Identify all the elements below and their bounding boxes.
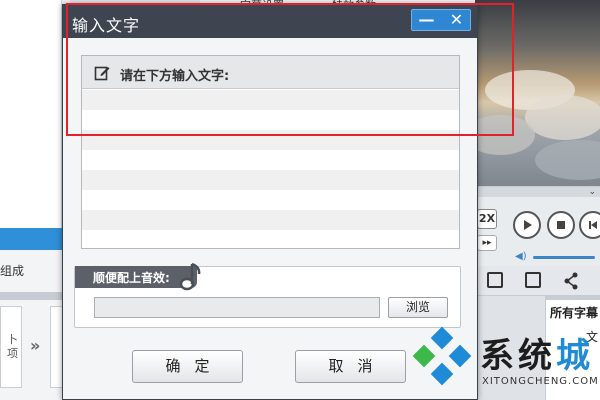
playback-controls: ⌄ 2X ▸▸ ◀): [475, 186, 600, 266]
subtitle-list-header: 所有字幕: [550, 306, 599, 320]
text-input-line[interactable]: [82, 130, 459, 150]
share-icon[interactable]: [563, 272, 579, 290]
dialog-titlebar[interactable]: 输入文字 — ✕: [63, 5, 477, 38]
background-clip-card-text: 卜 项: [7, 333, 18, 360]
ok-button[interactable]: 确定: [132, 350, 243, 383]
stop-button[interactable]: [547, 211, 575, 239]
sound-effect-label: 顺便配上音效:: [93, 271, 170, 285]
previous-icon: [589, 221, 597, 229]
sound-effect-panel: 顺便配上音效: 浏览: [74, 262, 461, 328]
close-button[interactable]: ✕: [442, 10, 471, 30]
text-input-header: 请在下方输入文字:: [82, 56, 459, 89]
text-input-line[interactable]: [82, 190, 459, 210]
logo-diamond: [430, 326, 454, 350]
text-input-line[interactable]: [82, 110, 459, 130]
save-icon[interactable]: [487, 272, 503, 288]
text-input-line[interactable]: [82, 90, 459, 110]
window-buttons: — ✕: [411, 9, 471, 31]
watermark: 系统城 XITONGCHENG.COM: [408, 324, 600, 400]
text-input-line[interactable]: [82, 210, 459, 230]
background-separator: [0, 292, 70, 300]
video-preview: [475, 0, 600, 186]
logo-diamond: [448, 344, 472, 368]
dialog-title: 输入文字: [72, 16, 141, 35]
background-left-panel: 组成 卜 项 »: [0, 0, 70, 400]
fast-forward-button[interactable]: ▸▸: [477, 235, 497, 251]
text-input-area[interactable]: 请在下方输入文字:: [81, 55, 460, 249]
browse-button[interactable]: 浏览: [388, 297, 448, 318]
collapse-icon[interactable]: ⌄: [475, 187, 600, 197]
logo-diamond: [412, 344, 436, 368]
text-input-line[interactable]: [82, 170, 459, 190]
minimize-button[interactable]: —: [412, 10, 441, 30]
background-list-area: [0, 0, 62, 228]
cancel-button[interactable]: 取消: [295, 350, 406, 383]
watermark-text: 系统城: [480, 328, 594, 377]
logo-diamond: [430, 362, 454, 386]
watermark-url: XITONGCHENG.COM: [482, 376, 599, 387]
chevrons-right-icon: »: [30, 336, 41, 355]
stop-icon: [557, 221, 565, 229]
speed-button[interactable]: 2X: [477, 209, 497, 229]
edit-icon: [94, 66, 110, 81]
play-icon: [524, 220, 532, 230]
play-button[interactable]: [513, 211, 541, 239]
text-input-label: 请在下方输入文字:: [120, 69, 230, 84]
watermark-text-accent: 城: [556, 336, 594, 376]
background-clip-card[interactable]: 卜 项: [0, 306, 22, 388]
background-toolbar: [475, 266, 600, 296]
background-left-label: 组成: [0, 264, 25, 278]
sound-file-path-field[interactable]: [94, 297, 380, 318]
text-input-line[interactable]: [82, 150, 459, 170]
watermark-text-main: 系统: [480, 336, 556, 376]
volume-icon[interactable]: ◀): [515, 251, 527, 262]
text-input-line[interactable]: [82, 230, 459, 248]
volume-slider[interactable]: [533, 256, 595, 259]
help-icon[interactable]: [525, 272, 541, 288]
background-selection-strip: [0, 228, 62, 250]
previous-button[interactable]: [579, 211, 600, 239]
music-note-icon: [179, 262, 201, 291]
